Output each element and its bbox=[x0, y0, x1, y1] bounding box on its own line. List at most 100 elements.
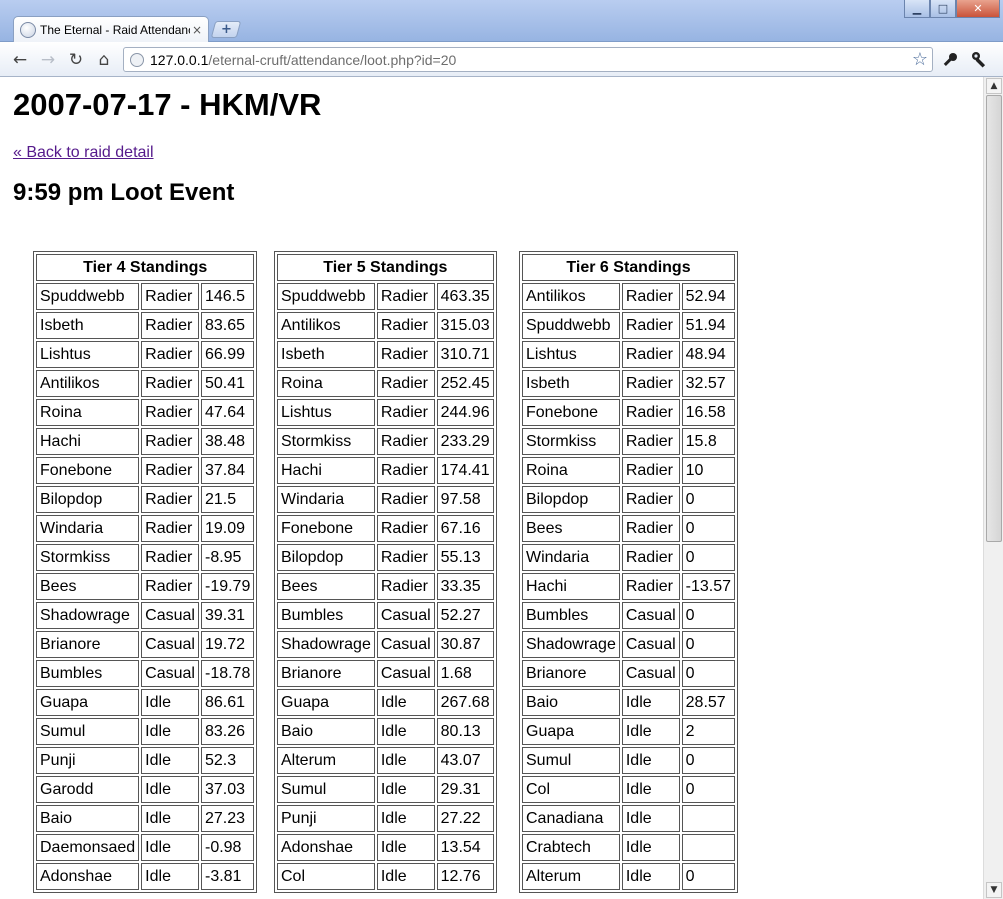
rank-cell: Idle bbox=[141, 805, 199, 832]
standing-cell: -13.57 bbox=[681, 573, 736, 600]
rank-cell: Idle bbox=[141, 863, 199, 890]
page-title: 2007-07-17 - HKM/VR bbox=[13, 87, 322, 122]
vertical-scrollbar[interactable]: ▲ ▼ bbox=[983, 77, 1003, 899]
rank-cell: Radier bbox=[141, 312, 199, 339]
standing-cell: 267.68 bbox=[436, 689, 494, 716]
table-row: Antilikos Radier 50.41 bbox=[36, 370, 255, 397]
page-menu-icon[interactable] bbox=[938, 48, 962, 72]
close-tab-icon[interactable]: × bbox=[192, 23, 202, 37]
table-row: Antilikos Radier 52.94 bbox=[522, 283, 736, 310]
player-name-cell: Guapa bbox=[36, 689, 140, 716]
reload-icon[interactable]: ↻ bbox=[65, 49, 87, 71]
standing-cell: -8.95 bbox=[200, 544, 255, 571]
standing-cell: 310.71 bbox=[436, 341, 494, 368]
standing-cell: 86.61 bbox=[200, 689, 255, 716]
back-arrow-icon[interactable]: ← bbox=[9, 49, 31, 71]
player-name-cell: Antilikos bbox=[277, 312, 375, 339]
player-name-cell: Lishtus bbox=[277, 399, 375, 426]
globe-icon bbox=[20, 22, 36, 38]
standing-cell: 27.22 bbox=[436, 805, 494, 832]
standing-cell: 50.41 bbox=[200, 370, 255, 397]
maximize-button[interactable]: □ bbox=[930, 0, 956, 18]
player-name-cell: Sumul bbox=[36, 718, 140, 745]
rank-cell: Radier bbox=[376, 399, 435, 426]
table-row: Lishtus Radier 244.96 bbox=[277, 399, 494, 426]
player-name-cell: Garodd bbox=[36, 776, 140, 803]
home-icon[interactable]: ⌂ bbox=[93, 49, 115, 71]
player-name-cell: Hachi bbox=[277, 457, 375, 484]
table-row: Stormkiss Radier -8.95 bbox=[36, 544, 255, 571]
player-name-cell: Brianore bbox=[522, 660, 620, 687]
standing-cell: 37.03 bbox=[200, 776, 255, 803]
player-name-cell: Baio bbox=[522, 689, 620, 716]
close-window-button[interactable]: ✕ bbox=[956, 0, 1000, 18]
standing-cell: 48.94 bbox=[681, 341, 736, 368]
standing-cell: 0 bbox=[681, 602, 736, 629]
player-name-cell: Fonebone bbox=[36, 457, 140, 484]
player-name-cell: Bumbles bbox=[36, 660, 140, 687]
rank-cell: Radier bbox=[376, 428, 435, 455]
rank-cell: Radier bbox=[141, 428, 199, 455]
wrench-menu-icon[interactable] bbox=[968, 48, 992, 72]
rank-cell: Radier bbox=[621, 312, 680, 339]
player-name-cell: Col bbox=[522, 776, 620, 803]
rank-cell: Casual bbox=[621, 660, 680, 687]
standing-cell: -18.78 bbox=[200, 660, 255, 687]
address-bar[interactable]: 127.0.0.1/eternal-cruft/attendance/loot.… bbox=[123, 47, 933, 72]
player-name-cell: Hachi bbox=[36, 428, 140, 455]
rank-cell: Idle bbox=[621, 805, 680, 832]
table-row: Isbeth Radier 32.57 bbox=[522, 370, 736, 397]
rank-cell: Radier bbox=[141, 457, 199, 484]
bookmark-star-icon[interactable]: ☆ bbox=[912, 49, 928, 70]
minimize-button[interactable]: ▁ bbox=[904, 0, 930, 18]
table-row: Bees Radier 0 bbox=[522, 515, 736, 542]
player-name-cell: Spuddwebb bbox=[277, 283, 375, 310]
tier6-standings-table: Tier 6 Standings Antilikos Radier 52.94 Spu… bbox=[519, 251, 739, 893]
page-viewport: 2007-07-17 - HKM/VR « Back to raid detai… bbox=[0, 77, 983, 899]
rank-cell: Radier bbox=[141, 544, 199, 571]
table-row: Windaria Radier 19.09 bbox=[36, 515, 255, 542]
page-icon bbox=[130, 52, 144, 67]
player-name-cell: Baio bbox=[36, 805, 140, 832]
table-row: Bees Radier 33.35 bbox=[277, 573, 494, 600]
standing-cell: 28.57 bbox=[681, 689, 736, 716]
url-text: 127.0.0.1/eternal-cruft/attendance/loot.… bbox=[150, 52, 456, 68]
player-name-cell: Guapa bbox=[277, 689, 375, 716]
rank-cell: Casual bbox=[141, 660, 199, 687]
rank-cell: Idle bbox=[141, 776, 199, 803]
standing-cell: 0 bbox=[681, 747, 736, 774]
rank-cell: Idle bbox=[376, 747, 435, 774]
standing-cell: 43.07 bbox=[436, 747, 494, 774]
new-tab-button[interactable]: + bbox=[210, 21, 242, 38]
table-row: Windaria Radier 0 bbox=[522, 544, 736, 571]
table-row: Antilikos Radier 315.03 bbox=[277, 312, 494, 339]
rank-cell: Idle bbox=[376, 834, 435, 861]
rank-cell: Idle bbox=[141, 834, 199, 861]
player-name-cell: Guapa bbox=[522, 718, 620, 745]
forward-arrow-icon[interactable]: → bbox=[37, 49, 59, 71]
standing-cell: 39.31 bbox=[200, 602, 255, 629]
rank-cell: Radier bbox=[376, 370, 435, 397]
table-row: Baio Idle 80.13 bbox=[277, 718, 494, 745]
scroll-down-arrow-icon[interactable]: ▼ bbox=[986, 882, 1002, 898]
scroll-up-arrow-icon[interactable]: ▲ bbox=[986, 78, 1002, 94]
rank-cell: Idle bbox=[376, 863, 435, 890]
table-row: Bumbles Casual 0 bbox=[522, 602, 736, 629]
rank-cell: Radier bbox=[621, 457, 680, 484]
table-row: Spuddwebb Radier 146.5 bbox=[36, 283, 255, 310]
rank-cell: Idle bbox=[376, 689, 435, 716]
rank-cell: Idle bbox=[621, 834, 680, 861]
table-header: Tier 4 Standings bbox=[36, 254, 255, 281]
standing-cell: 80.13 bbox=[436, 718, 494, 745]
rank-cell: Radier bbox=[141, 573, 199, 600]
rank-cell: Idle bbox=[621, 747, 680, 774]
rank-cell: Radier bbox=[141, 341, 199, 368]
back-to-raid-link[interactable]: « Back to raid detail bbox=[13, 144, 154, 162]
standing-cell: 1.68 bbox=[436, 660, 494, 687]
browser-tab[interactable]: The Eternal - Raid Attendance × bbox=[13, 16, 209, 43]
window-controls: ▁ □ ✕ bbox=[904, 0, 1000, 18]
scrollbar-thumb[interactable] bbox=[986, 95, 1002, 542]
table-row: Alterum Idle 43.07 bbox=[277, 747, 494, 774]
table-row: Sumul Idle 29.31 bbox=[277, 776, 494, 803]
player-name-cell: Bilopdop bbox=[522, 486, 620, 513]
